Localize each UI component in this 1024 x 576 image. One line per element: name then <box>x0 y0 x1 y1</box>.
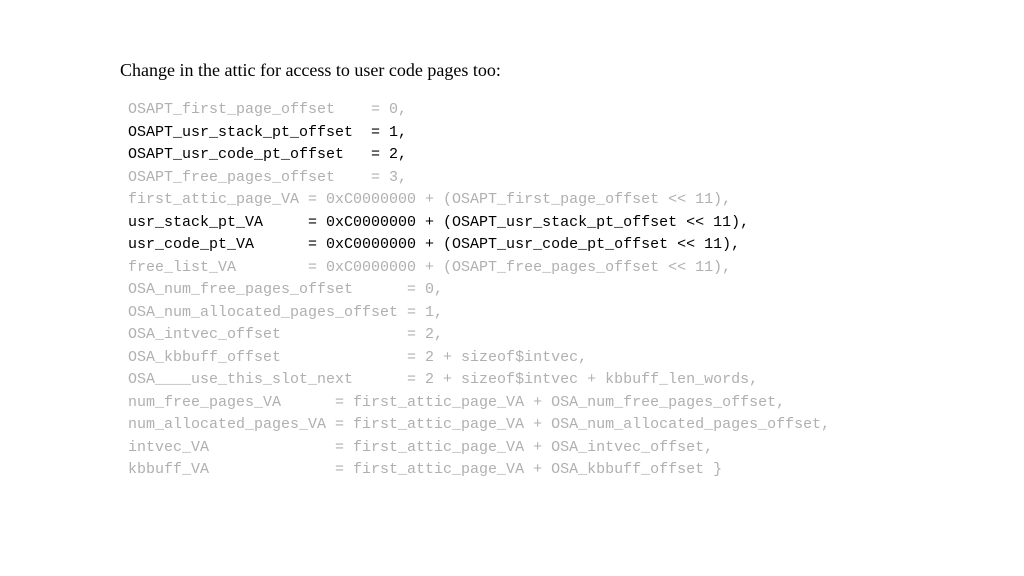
code-line: num_free_pages_VA = first_attic_page_VA … <box>128 392 904 415</box>
code-line: OSAPT_usr_code_pt_offset = 2, <box>128 144 904 167</box>
code-line: OSAPT_first_page_offset = 0, <box>128 99 904 122</box>
code-line: usr_stack_pt_VA = 0xC0000000 + (OSAPT_us… <box>128 212 904 235</box>
code-line: OSA_num_free_pages_offset = 0, <box>128 279 904 302</box>
code-line: OSA_kbbuff_offset = 2 + sizeof$intvec, <box>128 347 904 370</box>
code-line: OSAPT_usr_stack_pt_offset = 1, <box>128 122 904 145</box>
code-line: OSA_num_allocated_pages_offset = 1, <box>128 302 904 325</box>
code-line: first_attic_page_VA = 0xC0000000 + (OSAP… <box>128 189 904 212</box>
code-line: OSA_intvec_offset = 2, <box>128 324 904 347</box>
code-line: usr_code_pt_VA = 0xC0000000 + (OSAPT_usr… <box>128 234 904 257</box>
code-line: num_allocated_pages_VA = first_attic_pag… <box>128 414 904 437</box>
code-line: kbbuff_VA = first_attic_page_VA + OSA_kb… <box>128 459 904 482</box>
code-line: OSAPT_free_pages_offset = 3, <box>128 167 904 190</box>
code-line: OSA____use_this_slot_next = 2 + sizeof$i… <box>128 369 904 392</box>
section-heading: Change in the attic for access to user c… <box>120 60 904 81</box>
code-block: OSAPT_first_page_offset = 0,OSAPT_usr_st… <box>120 99 904 482</box>
code-line: intvec_VA = first_attic_page_VA + OSA_in… <box>128 437 904 460</box>
code-line: free_list_VA = 0xC0000000 + (OSAPT_free_… <box>128 257 904 280</box>
